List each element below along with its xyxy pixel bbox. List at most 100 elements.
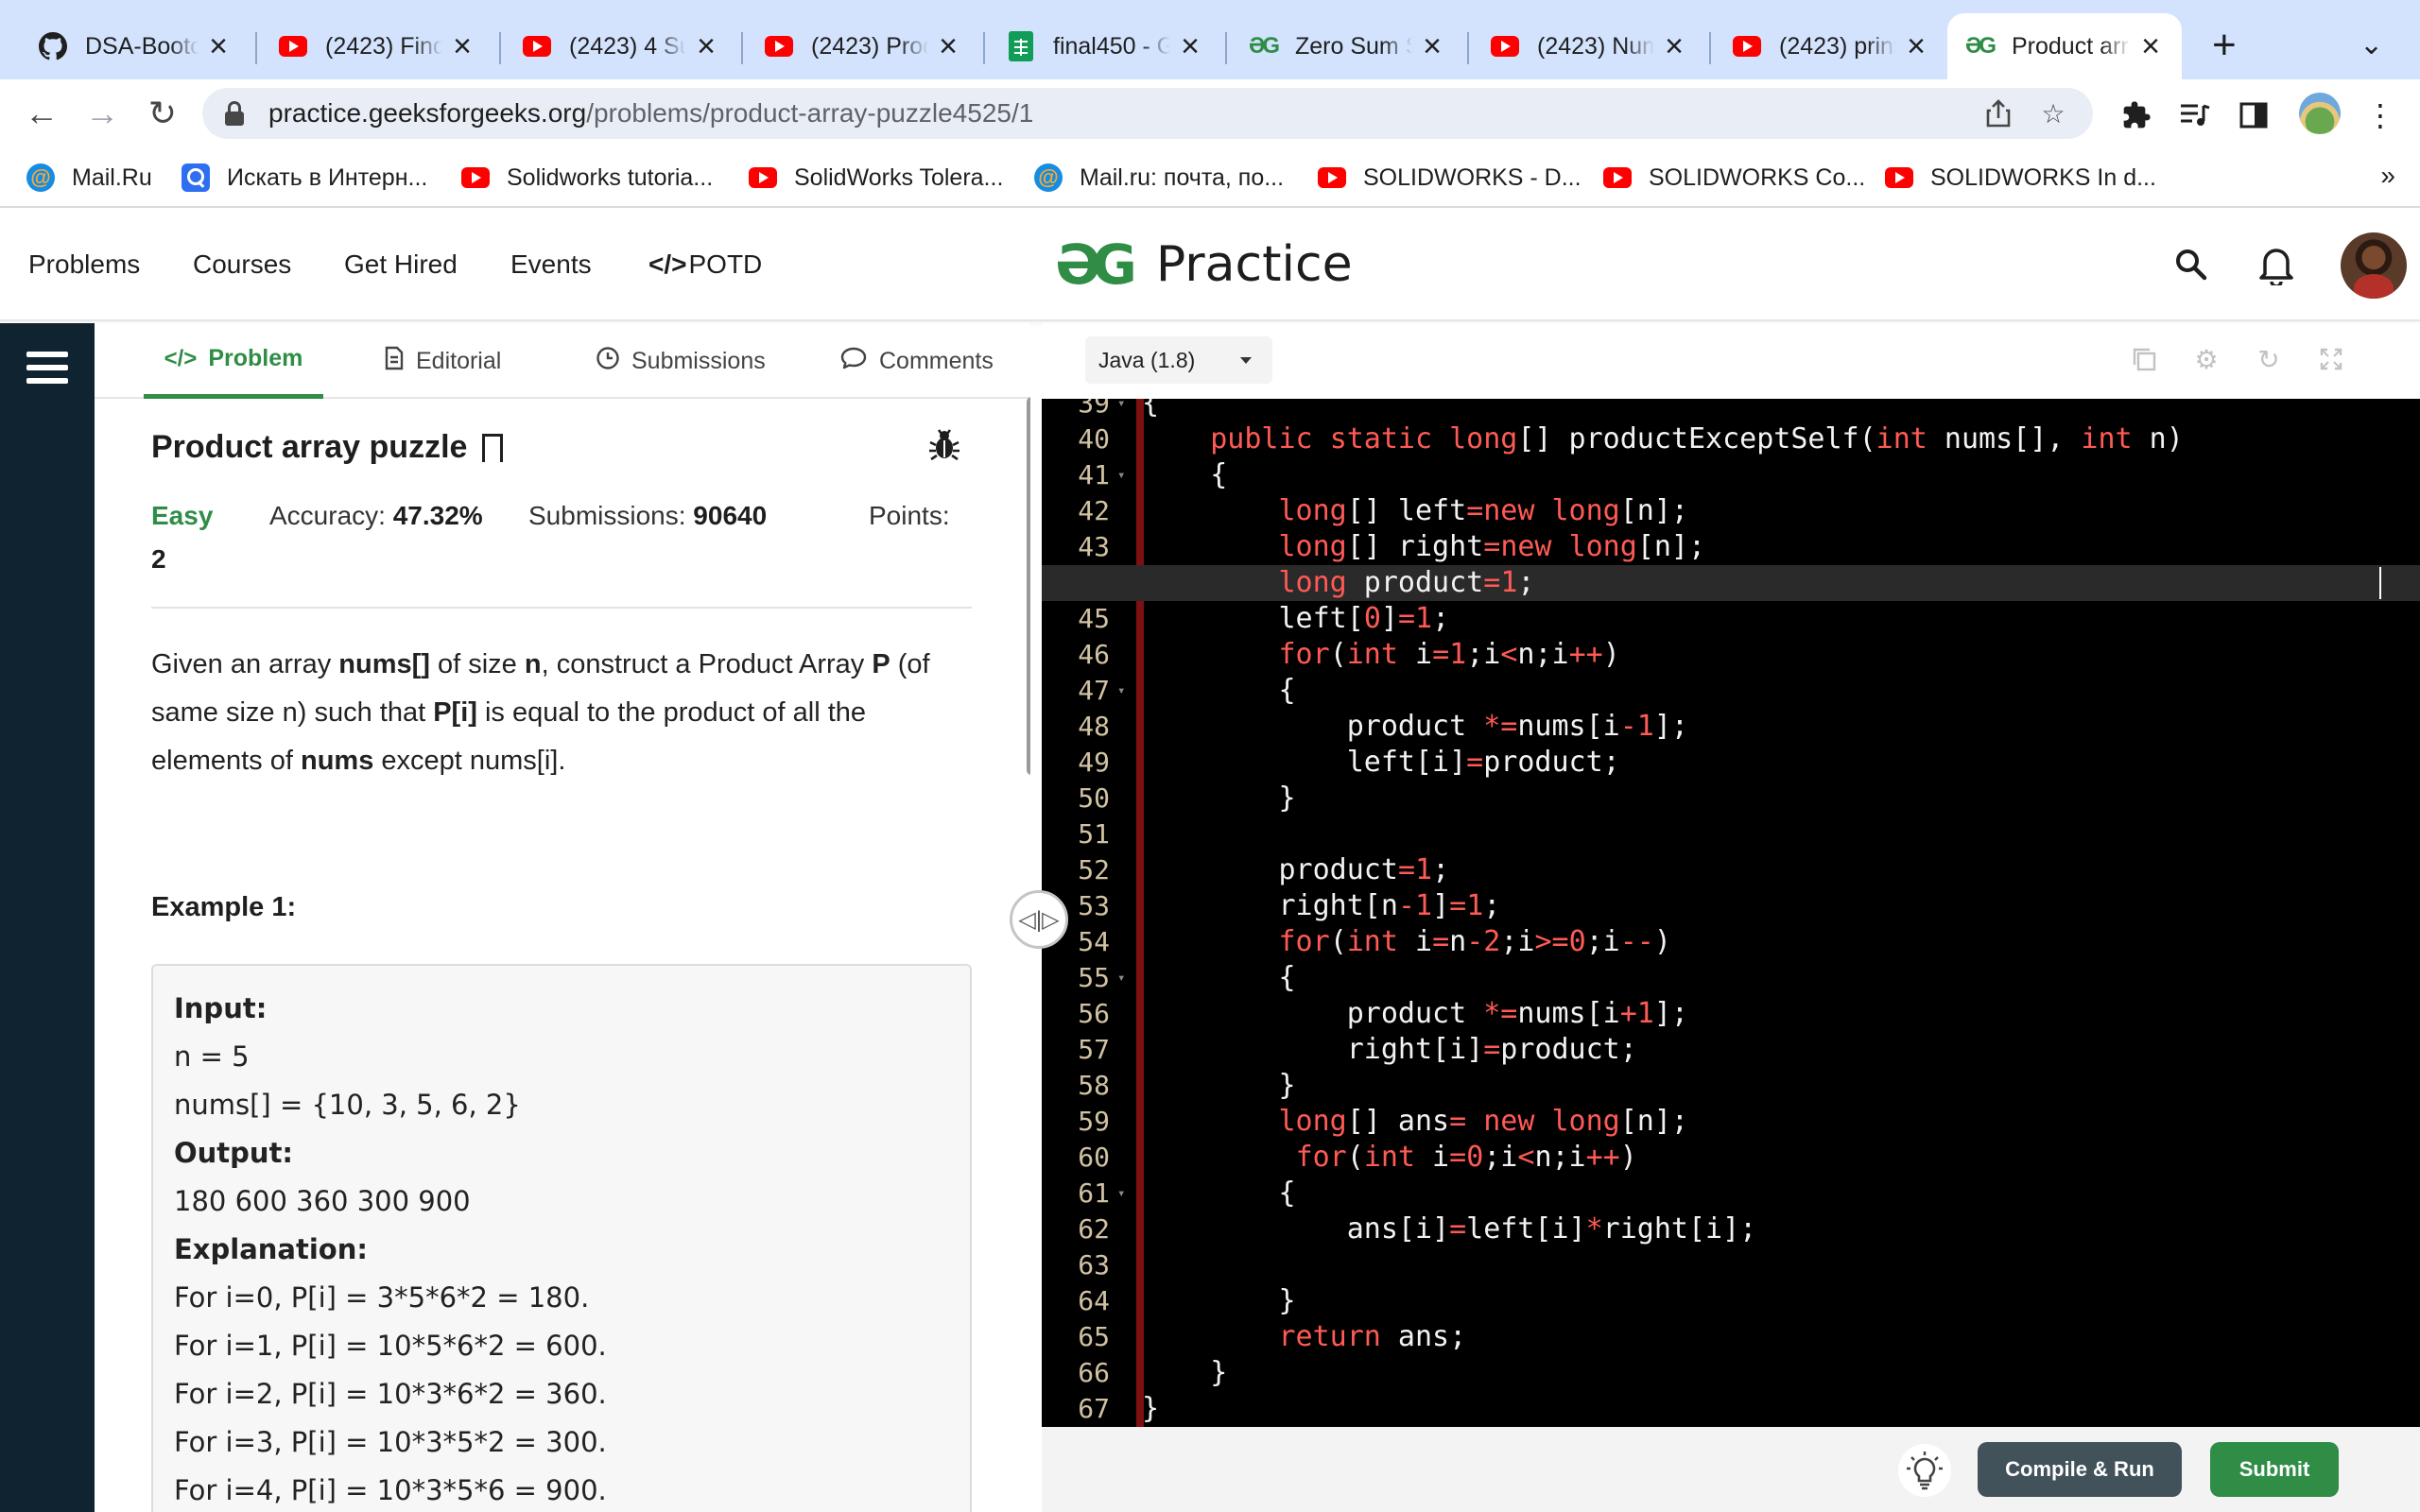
nav-problems[interactable]: Problems [28,249,140,280]
copy-icon[interactable] [2129,344,2159,374]
code-line[interactable]: long product=1; [1142,565,1535,601]
bookmark-item[interactable]: Искать в Интерн... [182,161,427,195]
browser-tab[interactable]: (2423) Find × [261,13,493,79]
code-line[interactable]: } [1142,1068,1295,1104]
code-editor[interactable]: 39▾4041▾424344454647▾4849505152535455▾56… [1042,399,2420,1427]
browser-tab[interactable]: ƏG Zero Sum Subarrays × [1231,13,1463,79]
close-icon[interactable]: × [448,30,476,62]
bell-icon[interactable] [2257,244,2295,288]
tab-search-chevron-icon[interactable]: ⌄ [2360,28,2383,61]
fold-chevron-icon[interactable]: ▾ [1117,1176,1125,1211]
user-avatar[interactable] [2341,232,2407,299]
bookmark-icon[interactable] [482,433,504,470]
browser-tab[interactable]: (2423) Number × [1473,13,1705,79]
nav-potd[interactable]: </> POTD [648,249,762,280]
code-line[interactable]: public static long[] productExceptSelf(i… [1142,421,2184,457]
code-line[interactable]: product *=nums[i+1]; [1142,996,1688,1032]
compile-run-button[interactable]: Compile & Run [1978,1442,2182,1497]
nav-events[interactable]: Events [510,249,592,280]
fold-chevron-icon[interactable]: ▾ [1117,960,1125,996]
back-arrow-icon[interactable]: ← [17,89,66,138]
close-icon[interactable]: × [692,30,720,62]
code-line[interactable]: long[] right=new long[n]; [1142,529,1706,565]
nav-courses[interactable]: Courses [193,249,291,280]
browser-tab[interactable]: final450 - Google × [989,13,1221,79]
forward-arrow-icon[interactable]: → [78,89,127,138]
url-text[interactable]: practice.geeksforgeeks.org/problems/prod… [268,98,1033,129]
code-line[interactable]: { [1142,1176,1295,1211]
settings-gear-icon[interactable]: ⚙ [2191,344,2221,374]
nav-get-hired[interactable]: Get Hired [344,249,458,280]
star-icon[interactable]: ☆ [2036,96,2070,130]
code-line[interactable]: right[i]=product; [1142,1032,1637,1068]
close-icon[interactable]: × [1660,30,1688,62]
code-line[interactable]: { [1142,960,1295,996]
close-icon[interactable]: × [934,30,962,62]
side-panel-icon[interactable] [2235,96,2273,134]
close-icon[interactable]: × [1418,30,1446,62]
code-line[interactable]: left[0]=1; [1142,601,1449,637]
browser-tab[interactable]: (2423) print × [1715,13,1947,79]
bookmarks-overflow-button[interactable]: » [2380,161,2395,191]
code-line[interactable]: } [1142,781,1295,816]
code-line[interactable]: product *=nums[i-1]; [1142,709,1688,745]
address-bar[interactable]: practice.geeksforgeeks.org/problems/prod… [202,88,2093,139]
submit-button[interactable]: Submit [2210,1442,2339,1497]
tab-submissions[interactable]: Submissions [596,323,766,399]
tab-editorial[interactable]: Editorial [384,323,501,399]
extensions-puzzle-icon[interactable] [2118,96,2155,134]
code-line[interactable]: { [1142,399,1159,421]
code-line[interactable]: { [1142,673,1295,709]
media-queue-icon[interactable] [2176,96,2214,134]
bookmark-item[interactable]: SolidWorks Tolera... [749,161,1003,195]
code-line[interactable]: } [1142,1391,1159,1427]
report-bug-icon[interactable] [928,427,960,461]
bookmark-item[interactable]: Solidworks tutoria... [461,161,713,195]
browser-tab[interactable]: DSA-Bootcamp × [21,13,250,79]
bookmark-item[interactable]: @ Mail.ru: почта, по... [1034,161,1284,195]
bookmark-item[interactable]: SOLIDWORKS - D... [1318,161,1582,195]
code-line[interactable]: } [1142,1355,1227,1391]
language-select[interactable]: Java (1.8) [1085,336,1272,384]
code-line[interactable]: long[] left=new long[n]; [1142,493,1689,529]
tab-comments[interactable]: Comments [839,323,994,399]
close-icon[interactable]: × [1902,30,1930,62]
code-line[interactable]: for(int i=n-2;i>=0;i--) [1142,924,1671,960]
code-line[interactable]: return ans; [1142,1319,1467,1355]
bookmark-item[interactable]: @ Mail.Ru [26,161,152,195]
tab-problem[interactable]: </> Problem [144,323,323,399]
reset-icon[interactable]: ↻ [2254,344,2284,374]
more-vert-icon[interactable]: ⋮ [2361,96,2399,134]
lock-icon[interactable] [225,101,244,126]
problem-scrollbar[interactable] [1027,397,1030,775]
bookmark-item[interactable]: SOLIDWORKS Co... [1603,161,1865,195]
new-tab-button[interactable]: + [2212,25,2237,66]
bookmark-item[interactable]: SOLIDWORKS In d... [1885,161,2156,195]
code-line[interactable]: { [1142,457,1227,493]
fold-chevron-icon[interactable]: ▾ [1117,399,1125,421]
code-line[interactable]: for(int i=1;i<n;i++) [1142,637,1620,673]
fold-chevron-icon[interactable]: ▾ [1117,457,1125,493]
browser-tab-active[interactable]: ƏG Product array × [1947,13,2182,79]
code-line[interactable]: product=1; [1142,852,1449,888]
lightbulb-hint-icon[interactable] [1898,1444,1951,1497]
panel-resize-handle[interactable]: ◁|▷ [1010,890,1068,949]
browser-profile-avatar[interactable] [2299,93,2341,134]
search-icon[interactable] [2174,248,2208,282]
hamburger-menu-icon[interactable] [26,352,68,389]
browser-tab[interactable]: (2423) 4 Sum × [505,13,737,79]
code-line[interactable]: right[n-1]=1; [1142,888,1500,924]
code-line[interactable]: left[i]=product; [1142,745,1620,781]
code-line[interactable]: for(int i=0;i<n;i++) [1142,1140,1637,1176]
fold-chevron-icon[interactable]: ▾ [1117,673,1125,709]
share-icon[interactable] [1981,96,2015,130]
close-icon[interactable]: × [2136,30,2165,62]
reload-icon[interactable]: ↻ [138,89,187,138]
close-icon[interactable]: × [204,30,233,62]
code-line[interactable]: } [1142,1283,1295,1319]
gfg-practice-logo[interactable]: ƏG Practice [1055,232,1353,297]
browser-tab[interactable]: (2423) Product × [747,13,979,79]
code-line[interactable]: ans[i]=left[i]*right[i]; [1142,1211,1757,1247]
fullscreen-icon[interactable] [2316,344,2346,374]
code-line[interactable]: long[] ans= new long[n]; [1142,1104,1689,1140]
